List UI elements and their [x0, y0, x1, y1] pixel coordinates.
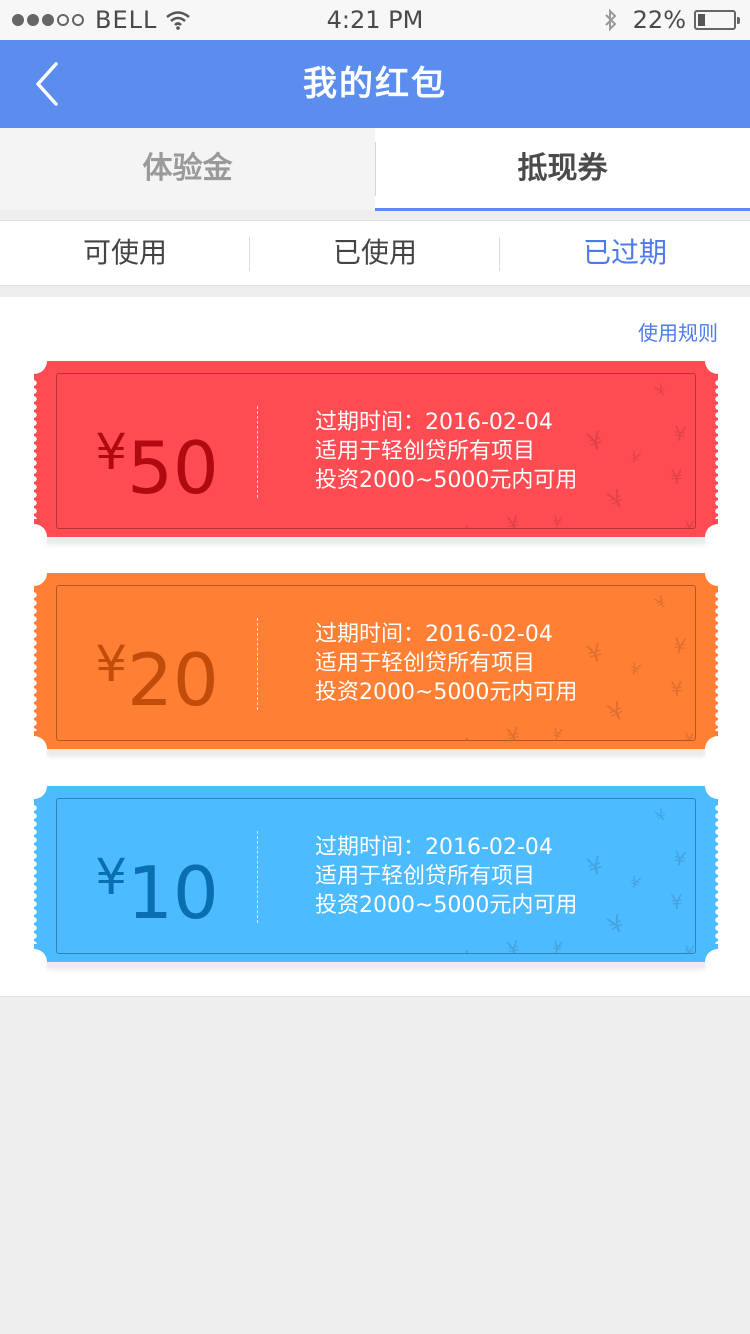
condition-text: 投资2000~5000元内可用 — [315, 893, 578, 918]
yen-decoration-mark: ¥ — [670, 890, 684, 914]
amount-value: 50 — [127, 426, 219, 510]
yen-decoration-mark: ¥ — [550, 937, 564, 954]
yen-decoration-mark: ¥ — [584, 638, 606, 669]
yen-decoration-mark: ¥ — [684, 942, 695, 954]
yen-decoration-mark: ¥ — [584, 851, 606, 882]
voucher-card[interactable]: ¥¥¥¥¥¥¥¥¥¥ ¥10 过期时间：2016-02-04 适用于轻创贷所有项… — [21, 773, 731, 975]
divider — [257, 618, 258, 710]
yen-decoration-mark: ¥ — [627, 872, 643, 893]
yen-decoration-mark: ¥ — [603, 909, 629, 941]
voucher-card[interactable]: ¥¥¥¥¥¥¥¥¥¥ ¥50 过期时间：2016-02-04 适用于轻创贷所有项… — [21, 348, 731, 550]
bluetooth-icon — [603, 8, 619, 32]
yen-decoration-mark: ¥ — [584, 426, 606, 457]
voucher-card[interactable]: ¥¥¥¥¥¥¥¥¥¥ ¥20 过期时间：2016-02-04 适用于轻创贷所有项… — [21, 560, 731, 762]
chevron-left-icon — [36, 62, 58, 106]
scope-text: 适用于轻创贷所有项目 — [315, 439, 536, 464]
subtab-used[interactable]: 已使用 — [250, 221, 500, 287]
battery-level-fill — [698, 14, 705, 26]
subtab-expired[interactable]: 已过期 — [500, 221, 750, 287]
nav-bar: 我的红包 — [0, 40, 750, 128]
yen-decoration-mark: ¥ — [652, 592, 670, 614]
main-tabs: 体验金 抵现券 — [0, 128, 750, 211]
yen-decoration-mark: ¥ — [652, 805, 670, 827]
expiry-text: 过期时间：2016-02-04 — [315, 410, 553, 435]
yen-decoration-mark: ¥ — [672, 846, 688, 871]
yen-decoration-mark: ¥ — [627, 447, 643, 468]
tab-cash-voucher[interactable]: 抵现券 — [375, 128, 750, 211]
voucher-amount: ¥10 — [57, 799, 257, 953]
yen-decoration-mark: ¥ — [550, 724, 564, 741]
yen-decoration-mark: ¥ — [454, 732, 480, 741]
voucher-amount: ¥50 — [57, 374, 257, 528]
yen-decoration-mark: ¥ — [652, 380, 670, 402]
yen-decoration-mark: ¥ — [550, 512, 564, 529]
yen-decoration-mark: ¥ — [454, 520, 480, 529]
voucher-info: 过期时间：2016-02-04 适用于轻创贷所有项目 投资2000~5000元内… — [315, 833, 577, 920]
condition-text: 投资2000~5000元内可用 — [315, 468, 578, 493]
yen-decoration-mark: ¥ — [670, 677, 684, 701]
divider — [257, 831, 258, 923]
scope-text: 适用于轻创贷所有项目 — [315, 864, 536, 889]
battery-percent: 22% — [632, 6, 686, 34]
tab-experience-fund[interactable]: 体验金 — [0, 128, 375, 210]
expiry-text: 过期时间：2016-02-04 — [315, 622, 553, 647]
battery-icon — [694, 10, 740, 30]
yen-decoration-mark: ¥ — [627, 659, 643, 680]
subtab-available[interactable]: 可使用 — [0, 221, 250, 287]
currency-symbol: ¥ — [95, 848, 128, 906]
back-button[interactable] — [22, 58, 72, 110]
yen-decoration-mark: ¥ — [505, 936, 522, 954]
yen-decoration-mark: ¥ — [505, 511, 522, 529]
yen-decoration-mark: ¥ — [505, 723, 522, 741]
yen-decoration-mark: ¥ — [670, 465, 684, 489]
voucher-info: 过期时间：2016-02-04 适用于轻创贷所有项目 投资2000~5000元内… — [315, 620, 577, 707]
amount-value: 20 — [127, 638, 219, 722]
yen-decoration-mark: ¥ — [603, 696, 629, 728]
page-title: 我的红包 — [303, 64, 447, 104]
expiry-text: 过期时间：2016-02-04 — [315, 835, 553, 860]
amount-value: 10 — [127, 851, 219, 935]
divider — [257, 406, 258, 498]
status-right: 22% — [603, 6, 740, 34]
currency-symbol: ¥ — [95, 635, 128, 693]
yen-decoration-mark: ¥ — [684, 517, 695, 529]
scope-text: 适用于轻创贷所有项目 — [315, 651, 536, 676]
status-filter-tabs: 可使用 已使用 已过期 — [0, 220, 750, 286]
yen-decoration-mark: ¥ — [672, 421, 688, 446]
voucher-amount: ¥20 — [57, 586, 257, 740]
currency-symbol: ¥ — [95, 423, 128, 481]
usage-rules-link[interactable]: 使用规则 — [638, 317, 718, 346]
yen-decoration-mark: ¥ — [684, 729, 695, 741]
condition-text: 投资2000~5000元内可用 — [315, 680, 578, 705]
yen-decoration-mark: ¥ — [454, 945, 480, 954]
status-bar: BELL 4:21 PM 22% — [0, 0, 750, 40]
voucher-info: 过期时间：2016-02-04 适用于轻创贷所有项目 投资2000~5000元内… — [315, 408, 577, 495]
voucher-list: 使用规则 ¥¥¥¥¥¥¥¥¥¥ ¥50 过期时间：2016-02-04 适用于轻… — [0, 297, 750, 997]
yen-decoration-mark: ¥ — [672, 633, 688, 658]
yen-decoration-mark: ¥ — [603, 484, 629, 516]
